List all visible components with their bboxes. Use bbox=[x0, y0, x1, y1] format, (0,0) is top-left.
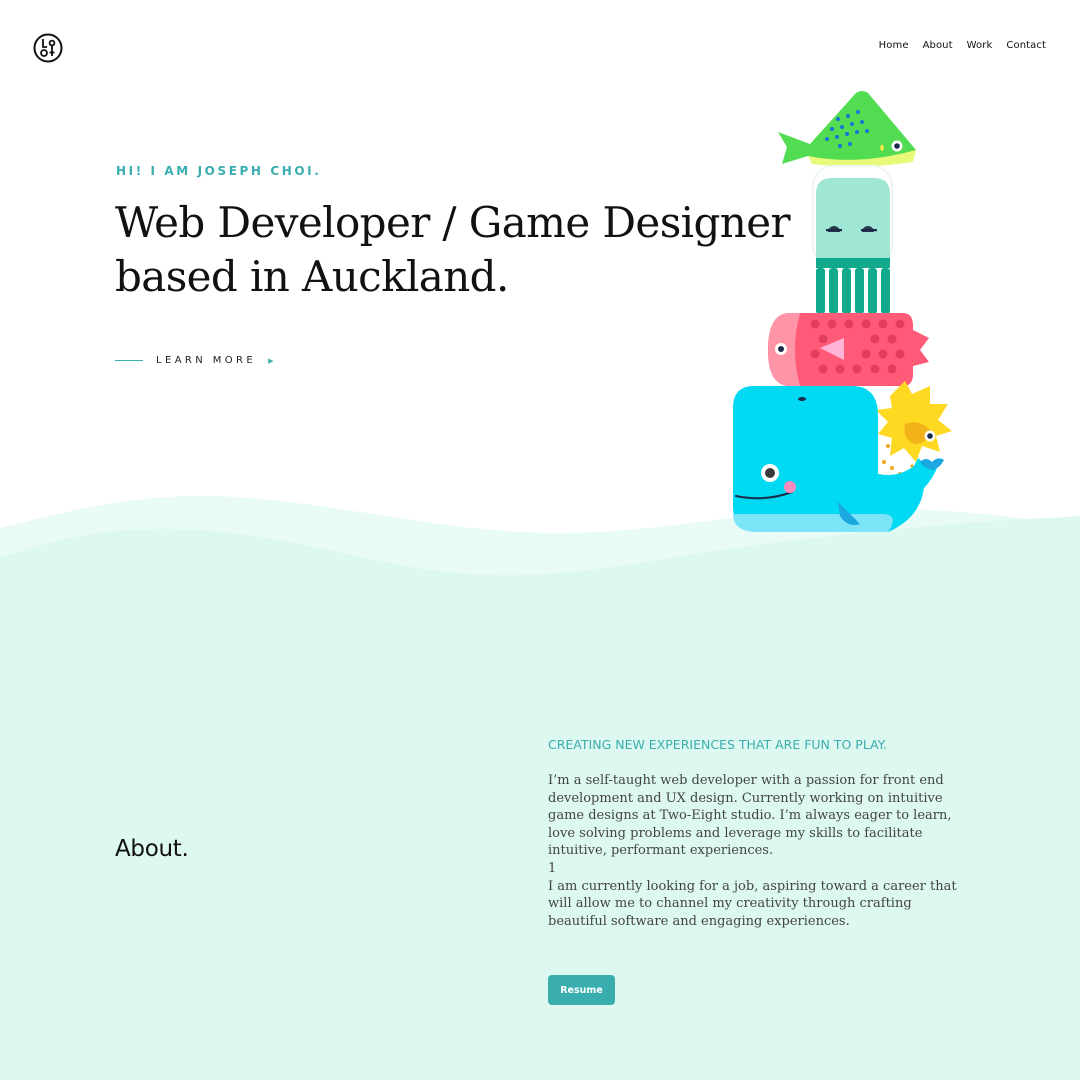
stacked-sea-creatures-illustration bbox=[733, 91, 952, 532]
nav-about[interactable]: About bbox=[923, 40, 953, 51]
green-fish bbox=[778, 91, 916, 167]
learn-more-line bbox=[115, 360, 143, 361]
learn-more-button[interactable]: LEARN MORE ▶ bbox=[115, 355, 274, 366]
about-body: I’m a self-taught web developer with a p… bbox=[548, 773, 957, 929]
resume-button[interactable]: Resume bbox=[548, 975, 615, 1005]
nav-home[interactable]: Home bbox=[879, 40, 909, 51]
triangle-right-icon: ▶ bbox=[268, 357, 274, 365]
monogram-logo-icon[interactable] bbox=[33, 33, 63, 63]
about-subheading: CREATING NEW EXPERIENCES THAT ARE FUN TO… bbox=[548, 737, 887, 752]
about-heading: About. bbox=[115, 836, 189, 862]
hero-headline: Web Developer / Game Designer based in A… bbox=[115, 196, 791, 304]
main-nav: Home About Work Contact bbox=[879, 40, 1046, 51]
learn-more-label: LEARN MORE bbox=[156, 355, 257, 366]
pink-fish bbox=[768, 313, 929, 386]
hero-eyebrow: HI! I AM JOSEPH CHOI. bbox=[116, 164, 322, 178]
octopus bbox=[812, 165, 893, 314]
nav-contact[interactable]: Contact bbox=[1006, 40, 1046, 51]
nav-work[interactable]: Work bbox=[967, 40, 993, 51]
headline-text: Web Developer / Game Designer based in A… bbox=[115, 198, 791, 301]
